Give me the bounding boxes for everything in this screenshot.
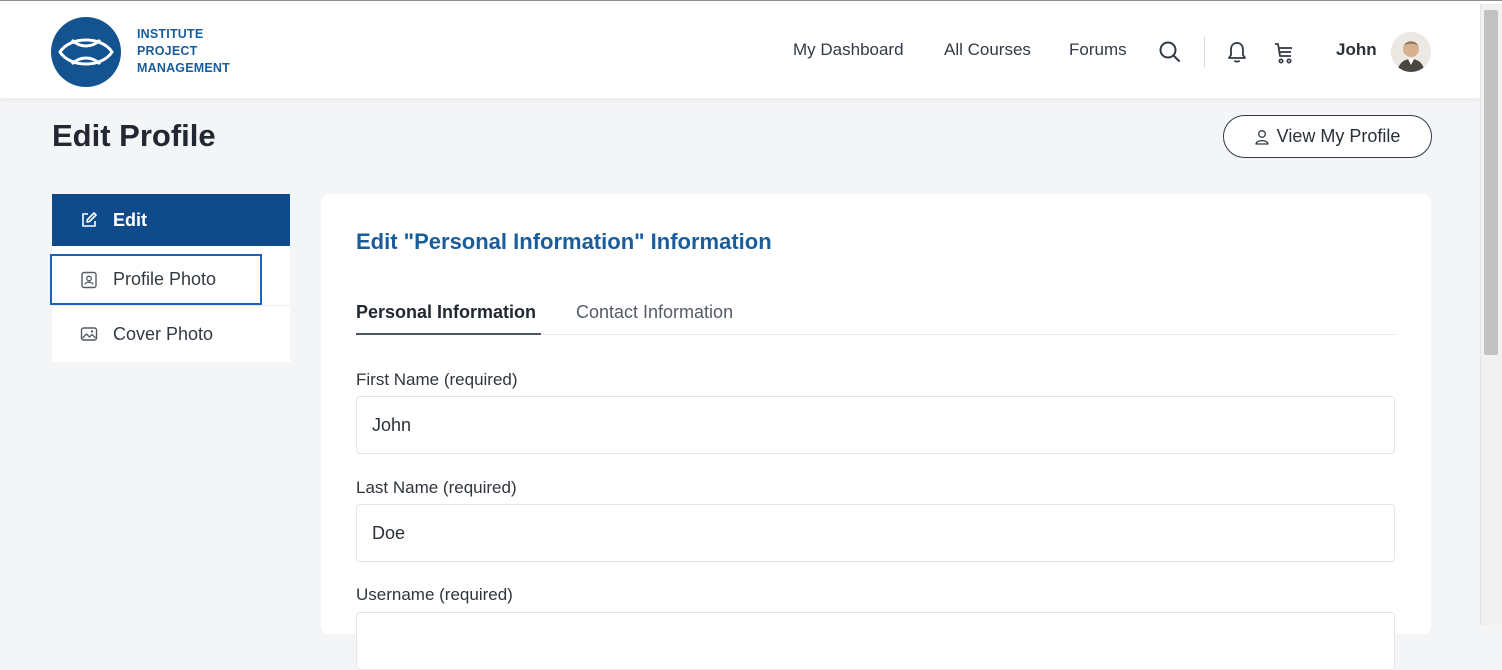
view-my-profile-button[interactable]: View My Profile <box>1223 115 1432 158</box>
tab-contact-information[interactable]: Contact Information <box>576 302 733 323</box>
brand-line-2: PROJECT <box>137 44 198 58</box>
sidebar-item-label: Edit <box>113 209 147 230</box>
avatar[interactable] <box>1391 32 1431 72</box>
sidebar-item-edit[interactable]: Edit <box>52 194 290 246</box>
view-my-profile-label: View My Profile <box>1276 126 1401 146</box>
sidebar-item-label: Cover Photo <box>113 323 214 344</box>
edit-icon <box>82 212 97 227</box>
section-title: Edit "Personal Information" Information <box>356 229 772 254</box>
user-icon <box>1254 129 1269 145</box>
sidebar-item-cover-photo[interactable]: Cover Photo <box>52 308 290 360</box>
last-name-label: Last Name (required) <box>356 478 517 497</box>
profile-photo-icon <box>81 271 97 288</box>
logo-icon[interactable] <box>50 16 122 88</box>
brand-line-3: MANAGEMENT <box>137 61 230 75</box>
page-title: Edit Profile <box>52 118 216 153</box>
first-name-field[interactable] <box>356 396 1395 454</box>
active-tab-indicator <box>356 333 541 335</box>
first-name-label: First Name (required) <box>356 370 518 389</box>
site-header: INSTITUTE PROJECT MANAGEMENT My Dashboar… <box>0 4 1480 98</box>
nav-all-courses[interactable]: All Courses <box>944 40 1031 60</box>
cover-photo-icon <box>80 327 98 341</box>
edit-form-card: Edit "Personal Information" Information … <box>321 194 1431 670</box>
avatar-image <box>1391 32 1431 72</box>
search-icon[interactable] <box>1158 40 1182 64</box>
nav-my-dashboard[interactable]: My Dashboard <box>793 40 904 60</box>
last-name-field[interactable] <box>356 504 1395 562</box>
scrollbar-thumb[interactable] <box>1484 10 1498 355</box>
nav-forums[interactable]: Forums <box>1069 40 1127 60</box>
username-label: Username (required) <box>356 585 513 604</box>
nav-divider <box>1204 36 1205 68</box>
user-name[interactable]: John <box>1336 40 1377 60</box>
brand-name[interactable]: INSTITUTE PROJECT MANAGEMENT <box>137 26 247 77</box>
profile-sidebar: Edit Profile Photo Cover Photo <box>50 194 290 362</box>
sidebar-divider <box>52 305 290 306</box>
sidebar-item-profile-photo[interactable]: Profile Photo <box>50 254 262 305</box>
bell-icon[interactable] <box>1226 40 1248 64</box>
username-field[interactable] <box>356 612 1395 670</box>
brand-line-1: INSTITUTE <box>137 27 204 41</box>
cart-icon[interactable] <box>1272 40 1296 66</box>
tab-personal-information[interactable]: Personal Information <box>356 302 536 323</box>
sidebar-item-label: Profile Photo <box>113 269 217 289</box>
